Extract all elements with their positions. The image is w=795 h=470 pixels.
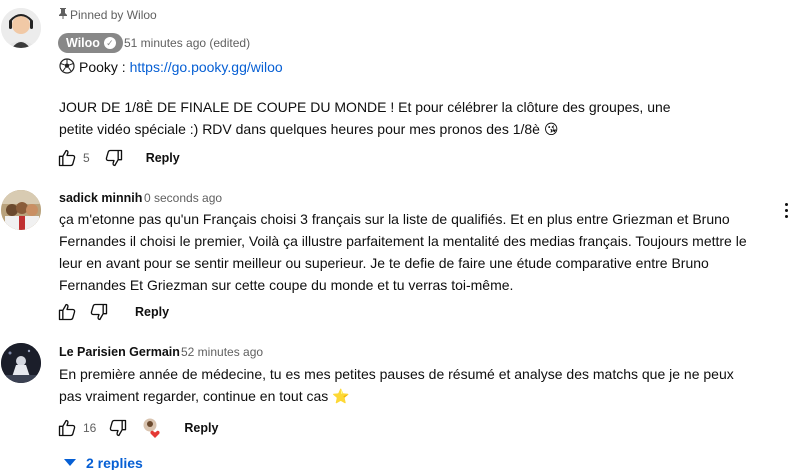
view-replies-button[interactable]: 2 replies [64, 454, 143, 470]
avatar-wiloo[interactable] [1, 8, 41, 48]
pin-icon [59, 8, 67, 22]
more-vert-icon[interactable] [780, 198, 792, 222]
like-icon[interactable] [55, 416, 79, 440]
pooky-link[interactable]: https://go.pooky.gg/wiloo [130, 59, 283, 75]
comment-link-line: Pooky : https://go.pooky.gg/wiloo [59, 56, 283, 78]
like-icon[interactable] [55, 300, 79, 324]
comment-actions: 16 Reply [55, 416, 218, 440]
pinned-label: Pinned by Wiloo [70, 8, 157, 22]
avatar-sadick-minnih[interactable] [1, 190, 41, 230]
pinned-indicator: Pinned by Wiloo [59, 8, 157, 22]
dislike-icon[interactable] [106, 416, 130, 440]
like-icon[interactable] [55, 146, 79, 170]
author-name[interactable]: Wiloo [66, 36, 100, 50]
comment-actions: 5 Reply [55, 146, 180, 170]
comment-author[interactable]: sadick minnih [59, 191, 142, 205]
verified-check-icon: ✓ [103, 37, 116, 49]
replies-label[interactable]: 2 replies [86, 455, 143, 470]
author-badge-wiloo[interactable]: Wiloo ✓ [58, 33, 123, 53]
creator-heart-icon [142, 417, 164, 439]
comment-timestamp[interactable]: 51 minutes ago (edited) [124, 36, 250, 50]
reply-button[interactable]: Reply [184, 421, 218, 435]
comment-text: JOUR DE 1/8È DE FINALE DE COUPE DU MONDE… [59, 99, 671, 137]
comment-author[interactable]: Le Parisien Germain [59, 345, 180, 359]
comment-text: ça m'etonne pas qu'un Français choisi 3 … [59, 211, 747, 293]
comment-actions: Reply [55, 300, 169, 324]
comment-text: En première année de médecine, tu es mes… [59, 366, 734, 404]
like-count: 5 [83, 151, 90, 165]
reply-button[interactable]: Reply [146, 151, 180, 165]
avatar-le-parisien-germain[interactable] [1, 343, 41, 383]
link-prefix: Pooky : [79, 59, 130, 75]
chevron-down-icon [64, 454, 76, 470]
like-count: 16 [83, 421, 97, 435]
dislike-icon[interactable] [87, 300, 111, 324]
reply-button[interactable]: Reply [135, 305, 169, 319]
soccer-ball-icon [59, 58, 75, 74]
comment-timestamp[interactable]: 52 minutes ago [181, 345, 263, 359]
dislike-icon[interactable] [102, 146, 126, 170]
comment-timestamp[interactable]: 0 seconds ago [144, 191, 222, 205]
